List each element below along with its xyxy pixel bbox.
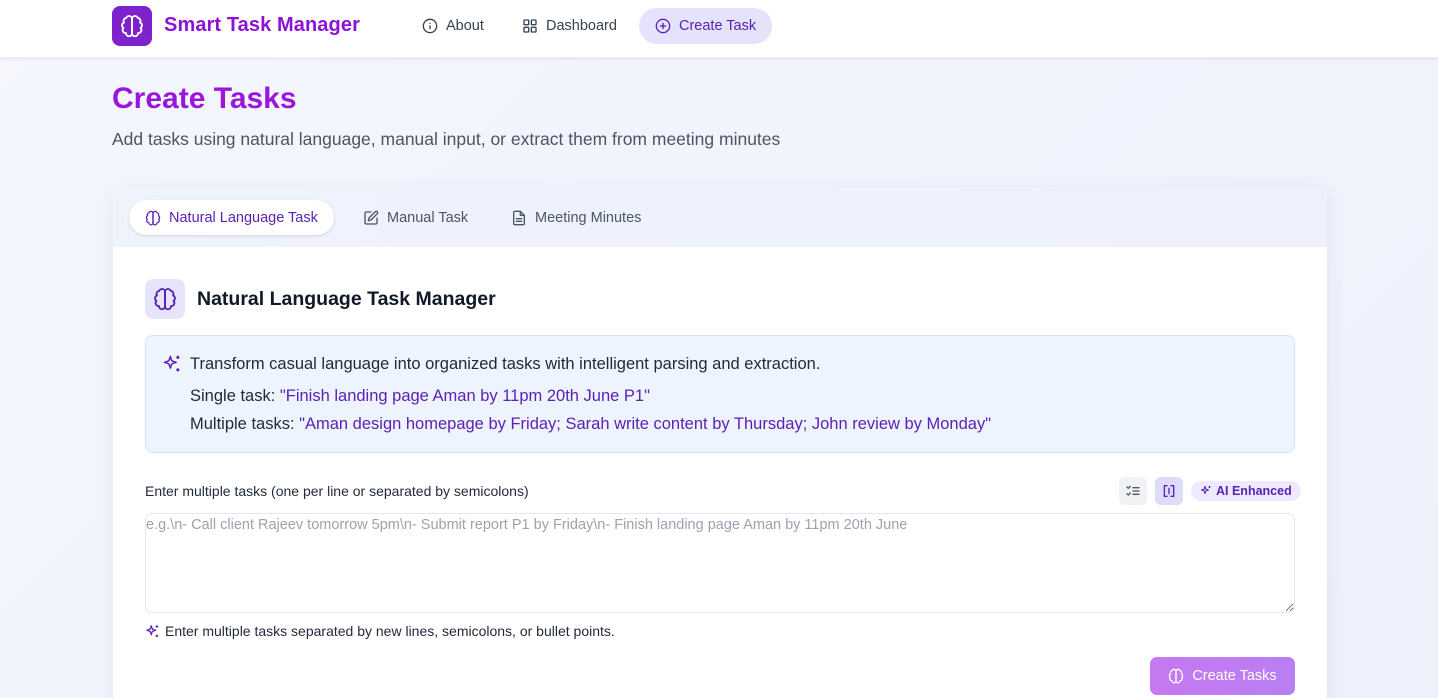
tab-bar: Natural Language Task Manual Task Meetin… — [113, 187, 1327, 247]
edit-icon — [364, 210, 379, 225]
tab-manual-task-label: Manual Task — [387, 209, 469, 226]
create-task-card: Natural Language Task Manual Task Meetin… — [113, 187, 1327, 698]
task-input[interactable] — [145, 513, 1295, 613]
multiple-example-label: Multiple tasks: — [190, 415, 300, 433]
json-mode-button[interactable] — [1155, 477, 1183, 505]
info-description: Transform casual language into organized… — [190, 355, 821, 373]
page-title: Create Tasks — [112, 82, 297, 115]
tab-meeting-minutes-label: Meeting Minutes — [535, 209, 642, 226]
create-tasks-label: Create Tasks — [1192, 668, 1277, 684]
grid-icon — [523, 19, 537, 33]
input-hint: Enter multiple tasks separated by new li… — [145, 623, 615, 639]
plus-circle-icon — [655, 18, 671, 34]
sparkles-icon — [1200, 485, 1211, 495]
multiple-example-text: "Aman design homepage by Friday; Sarah w… — [299, 415, 992, 433]
brand-name[interactable]: Smart Task Manager — [164, 14, 360, 37]
brain-icon — [145, 210, 161, 225]
tab-natural-language[interactable]: Natural Language Task — [129, 200, 334, 235]
info-multiple-example: Multiple tasks: "Aman design homepage by… — [190, 415, 991, 434]
ai-enhanced-badge: AI Enhanced — [1191, 481, 1301, 501]
nav-create-task-label: Create Task — [679, 18, 757, 34]
info-box: Transform casual language into organized… — [145, 335, 1295, 453]
single-example-text: "Finish landing page Aman by 11pm 20th J… — [279, 387, 650, 405]
top-navbar: Smart Task Manager About Dashboard Creat… — [0, 0, 1438, 58]
brain-icon — [121, 15, 143, 38]
nav-dashboard[interactable]: Dashboard — [506, 8, 633, 44]
brain-icon — [1169, 668, 1184, 684]
section-icon — [145, 279, 185, 319]
list-mode-button[interactable] — [1119, 477, 1147, 505]
tab-meeting-minutes[interactable]: Meeting Minutes — [495, 200, 657, 235]
ai-badge-label: AI Enhanced — [1216, 484, 1292, 498]
section-title: Natural Language Task Manager — [197, 288, 496, 310]
nav-dashboard-label: Dashboard — [546, 18, 617, 34]
nav-about-label: About — [446, 18, 484, 34]
brackets-icon — [1163, 485, 1175, 497]
page-subtitle: Add tasks using natural language, manual… — [112, 129, 781, 149]
document-icon — [513, 210, 525, 225]
single-example-label: Single task: — [190, 387, 280, 405]
info-icon — [422, 18, 438, 34]
brain-icon — [154, 288, 176, 311]
sparkles-icon — [146, 624, 159, 637]
create-tasks-button[interactable]: Create Tasks — [1150, 657, 1295, 695]
info-single-example: Single task: "Finish landing page Aman b… — [190, 387, 650, 406]
hint-text: Enter multiple tasks separated by new li… — [165, 623, 615, 639]
task-input-label: Enter multiple tasks (one per line or se… — [145, 483, 529, 499]
tab-manual-task[interactable]: Manual Task — [347, 200, 484, 235]
logo[interactable] — [112, 6, 152, 46]
nav-create-task[interactable]: Create Task — [639, 8, 773, 44]
nav-about[interactable]: About — [406, 8, 500, 44]
sparkles-icon — [163, 355, 180, 372]
list-checks-icon — [1126, 485, 1140, 496]
tab-natural-language-label: Natural Language Task — [169, 209, 318, 226]
